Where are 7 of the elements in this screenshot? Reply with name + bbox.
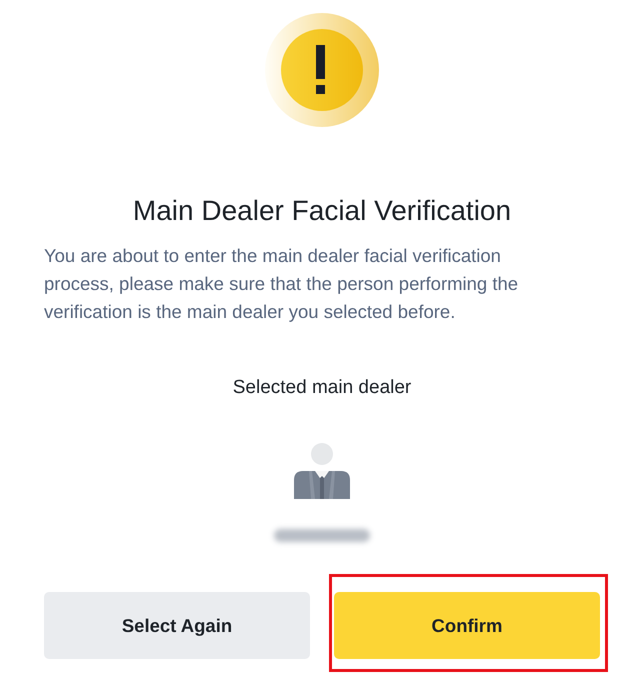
warning-icon xyxy=(265,13,379,127)
avatar-icon xyxy=(294,443,350,499)
selected-dealer-label: Selected main dealer xyxy=(232,376,412,400)
select-again-button[interactable]: Select Again xyxy=(44,592,310,659)
dialog-title: Main Dealer Facial Verification xyxy=(132,194,512,228)
dialog-message: You are about to enter the main dealer facial verification process, please make sure that the person performing the verification is the main dealer you selected before. xyxy=(44,244,520,324)
confirm-button[interactable]: Confirm xyxy=(334,592,600,659)
